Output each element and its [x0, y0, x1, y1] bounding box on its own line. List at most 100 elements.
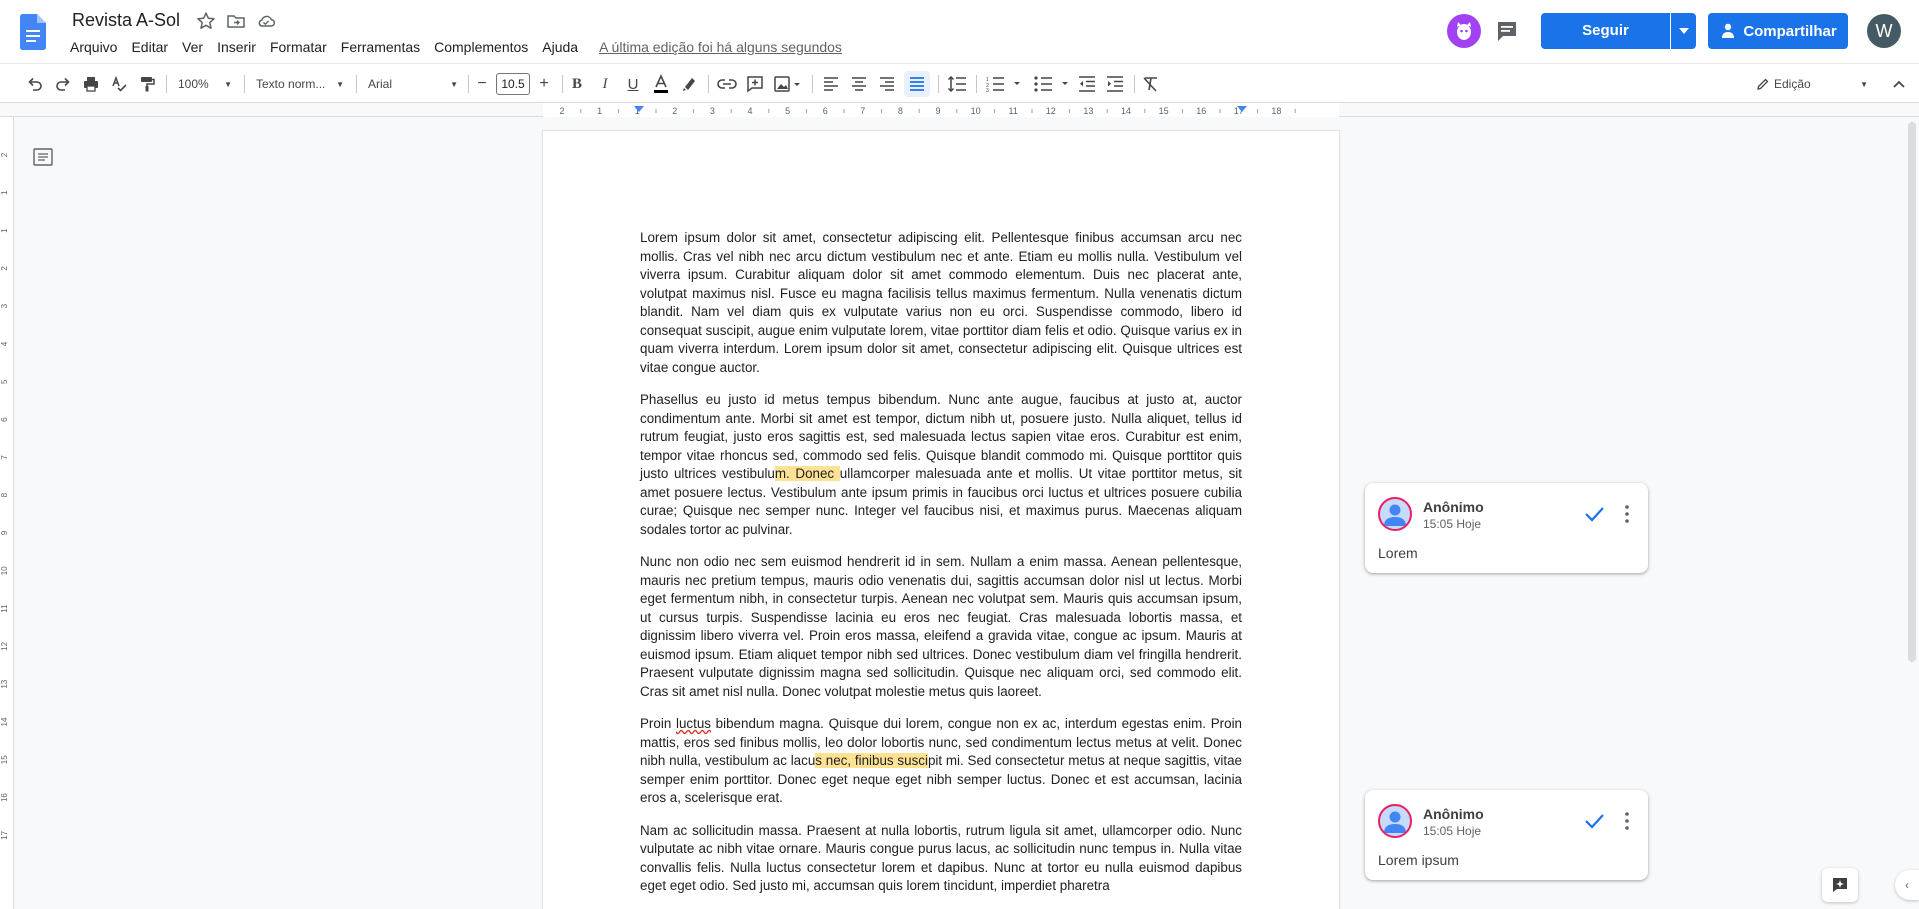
ruler-tick-label: 1 [597, 106, 602, 116]
font-select[interactable]: Arial ▼ [364, 71, 462, 97]
menu-ferramentas[interactable]: Ferramentas [334, 37, 427, 57]
insert-image-icon[interactable] [772, 71, 804, 97]
comment-history-icon[interactable] [1493, 17, 1521, 45]
menu-editar[interactable]: Editar [124, 37, 175, 57]
redo-icon[interactable] [52, 71, 74, 97]
commented-text-highlight: m. Donec [774, 466, 840, 481]
follow-dropdown-icon[interactable] [1670, 13, 1696, 49]
more-options-icon[interactable] [1623, 503, 1631, 525]
share-button[interactable]: Compartilhar [1708, 13, 1848, 49]
menu-complementos[interactable]: Complementos [427, 37, 535, 57]
document-outline-icon[interactable] [33, 148, 53, 166]
comment-card[interactable]: Anônimo 15:05 Hoje Lorem ipsum [1365, 790, 1648, 880]
horizontal-ruler[interactable]: 2 1 1 2 3 4 5 6 7 8 9 10 11 12 13 14 15 16 17 18 [0, 103, 1919, 117]
ruler-tick-label: 3 [0, 303, 9, 308]
comment-text: Lorem [1378, 545, 1418, 561]
ruler-tick-label: 5 [0, 379, 9, 384]
document-title[interactable]: Revista A-Sol [72, 10, 180, 31]
ruler-tick-label: 18 [1271, 106, 1281, 116]
ruler-tick-label: 17 [0, 830, 9, 839]
user-avatar[interactable]: W [1867, 14, 1901, 48]
zoom-select[interactable]: 100% ▼ [174, 71, 236, 97]
font-size-input[interactable]: 10.5 [496, 73, 530, 95]
anonymous-viewer-avatar[interactable] [1447, 14, 1481, 48]
resolve-check-icon[interactable] [1583, 810, 1605, 832]
increase-indent-icon[interactable] [1104, 71, 1126, 97]
bulleted-list-icon[interactable] [1032, 71, 1072, 97]
comment-card[interactable]: Anônimo 15:05 Hoje Lorem [1365, 483, 1648, 573]
ruler-tick-label: 9 [0, 530, 9, 535]
align-center-icon[interactable] [848, 71, 870, 97]
resolve-check-icon[interactable] [1583, 503, 1605, 525]
decrease-indent-icon[interactable] [1076, 71, 1098, 97]
ruler-tick-label: 10 [971, 106, 981, 116]
add-comment-icon[interactable] [744, 71, 766, 97]
ruler-tick-label: 4 [0, 341, 9, 346]
comment-author: Anônimo [1423, 499, 1484, 515]
menu-inserir[interactable]: Inserir [210, 37, 263, 57]
formatting-toolbar: 100% ▼ Texto norm... ▼ Arial ▼ − 10.5 + … [0, 63, 1919, 103]
pencil-icon [1757, 78, 1769, 90]
ruler-tick-label: 9 [935, 106, 940, 116]
spellcheck-icon[interactable] [108, 71, 130, 97]
underline-icon[interactable]: U [622, 71, 644, 97]
comment-text: Lorem ipsum [1378, 852, 1459, 868]
paragraph-style-select[interactable]: Texto norm... ▼ [252, 71, 348, 97]
docs-logo-icon[interactable] [20, 14, 46, 50]
align-justify-icon[interactable] [904, 71, 930, 97]
move-folder-icon[interactable] [226, 11, 246, 31]
ruler-tick-label: 8 [898, 106, 903, 116]
paragraph[interactable]: Nam ac sollicitudin massa. Praesent at n… [640, 822, 1242, 896]
font-value: Arial [368, 77, 393, 91]
insert-link-icon[interactable] [716, 71, 738, 97]
highlight-color-icon[interactable] [678, 71, 700, 97]
align-left-icon[interactable] [820, 71, 842, 97]
paragraph[interactable]: Lorem ipsum dolor sit amet, consectetur … [640, 229, 1242, 377]
comment-time: 15:05 Hoje [1423, 517, 1482, 531]
align-right-icon[interactable] [876, 71, 898, 97]
vertical-scrollbar[interactable] [1908, 122, 1916, 662]
ruler-tick-label: 2 [672, 106, 677, 116]
paragraph[interactable]: Phasellus eu justo id metus tempus biben… [640, 391, 1242, 539]
paint-format-icon[interactable] [136, 71, 158, 97]
line-spacing-icon[interactable] [946, 71, 968, 97]
text-run: Proin [640, 716, 676, 731]
editing-mode-select[interactable]: Edição ▼ [1752, 71, 1872, 97]
italic-icon[interactable]: I [594, 71, 616, 97]
follow-button[interactable]: Seguir [1541, 13, 1696, 49]
ruler-tick-label: 10 [0, 566, 9, 575]
vertical-ruler[interactable]: 2 1 1 2 3 4 5 6 7 8 9 10 11 12 13 14 15 16 17 [0, 117, 14, 909]
bold-icon[interactable]: B [566, 71, 588, 97]
clear-formatting-icon[interactable] [1140, 71, 1162, 97]
ruler-tick-label: 1 [0, 228, 9, 233]
document-body[interactable]: Lorem ipsum dolor sit amet, consectetur … [640, 229, 1242, 909]
chevron-down-icon: ▼ [336, 79, 344, 89]
decrease-font-size-icon[interactable]: − [472, 71, 492, 97]
hide-menus-icon[interactable] [1888, 71, 1910, 97]
menu-ajuda[interactable]: Ajuda [535, 37, 585, 57]
text-color-icon[interactable] [650, 71, 672, 97]
print-icon[interactable] [80, 71, 102, 97]
ruler-tick-label: 16 [1196, 106, 1206, 116]
menu-arquivo[interactable]: Arquivo [63, 37, 124, 57]
cloud-saved-icon[interactable] [256, 11, 276, 31]
more-options-icon[interactable] [1623, 810, 1631, 832]
explore-button[interactable] [1822, 868, 1858, 902]
undo-icon[interactable] [24, 71, 46, 97]
side-panel-toggle-icon[interactable]: ‹ [1895, 870, 1919, 900]
menu-formatar[interactable]: Formatar [263, 37, 334, 57]
star-icon[interactable] [196, 11, 216, 31]
ruler-tick-label: 15 [0, 755, 9, 764]
last-edit-link[interactable]: A última edição foi há alguns segundos [599, 39, 842, 55]
anonymous-user-icon [1384, 811, 1406, 833]
paragraph[interactable]: Proin luctus bibendum magna. Quisque dui… [640, 715, 1242, 808]
ruler-tick-label: 16 [0, 793, 9, 802]
comment-avatar [1378, 497, 1412, 531]
menu-ver[interactable]: Ver [175, 37, 210, 57]
paragraph[interactable]: Nunc non odio nec sem euismod hendrerit … [640, 553, 1242, 701]
increase-font-size-icon[interactable]: + [534, 71, 554, 97]
numbered-list-icon[interactable]: 123 [984, 71, 1024, 97]
ruler-tick-label: 14 [1121, 106, 1131, 116]
person-icon [1722, 23, 1735, 38]
anonymous-user-icon [1384, 504, 1406, 526]
